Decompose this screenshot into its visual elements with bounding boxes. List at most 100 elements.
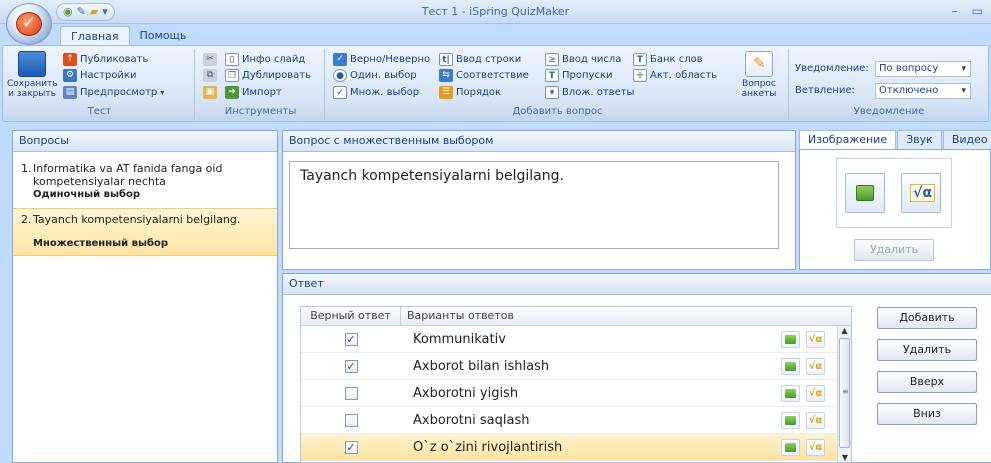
table-header: Верный ответ Варианты ответов	[301, 307, 851, 326]
formula-icon[interactable]: √α	[806, 385, 825, 402]
hotspot-icon: ✛	[633, 69, 647, 82]
publish-icon: ↑	[63, 53, 77, 66]
table-row[interactable]: Axborotni yigish √α	[301, 380, 851, 407]
correct-cell: ✓	[301, 332, 401, 346]
info-slide-button[interactable]: ▯ Инфо слайд	[225, 53, 305, 66]
formula-icon[interactable]: √α	[806, 358, 825, 375]
answer-text[interactable]: Axborotni saqlash	[401, 413, 529, 428]
numeric-button[interactable]: ≥ Ввод числа	[545, 53, 621, 66]
group-test: Сохранить и закрыть ↑ Публиковать ⚙ Наст…	[5, 49, 195, 120]
picture-icon[interactable]	[781, 331, 800, 348]
tab-image[interactable]: Изображение	[799, 130, 897, 150]
add-formula-button[interactable]: √α	[901, 173, 941, 213]
add-picture-button[interactable]	[845, 173, 885, 213]
correct-checkbox[interactable]: ✓	[344, 440, 358, 454]
row-media-icons: √α	[781, 331, 825, 348]
tab-sound[interactable]: Звук	[897, 130, 942, 150]
slide-icon: ▯	[225, 53, 239, 66]
type-in-button[interactable]: t| Ввод строки	[439, 53, 521, 66]
preview-icon: ▤	[63, 86, 77, 99]
correct-checkbox[interactable]	[344, 413, 358, 427]
save-icon	[18, 51, 46, 77]
tab-home[interactable]: Главная	[60, 26, 130, 46]
duplicate-icon: ❐	[225, 69, 239, 82]
answer-text[interactable]: Axborot bilan ishlash	[401, 359, 549, 374]
answer-text[interactable]: Axborotni yigish	[401, 386, 518, 401]
formula-icon[interactable]: √α	[806, 439, 825, 456]
row-media-icons: √α	[781, 358, 825, 375]
correct-checkbox[interactable]: ✓	[344, 359, 358, 373]
vertical-scrollbar[interactable]: ▲ ≡ ▼	[837, 326, 851, 462]
correct-cell: ✓	[301, 440, 401, 454]
true-false-button[interactable]: ✓ Верно/Неверно	[333, 53, 430, 66]
table-row[interactable]: ✓ O`z o`zini rivojlantirish √α	[301, 434, 851, 461]
correct-checkbox[interactable]: ✓	[344, 332, 358, 346]
scroll-down-icon[interactable]: ▼	[838, 453, 851, 462]
add-answer-button[interactable]: Добавить	[877, 307, 977, 329]
move-down-button[interactable]: Вниз	[877, 403, 977, 425]
copy-icon[interactable]: ⧉	[203, 69, 217, 82]
correct-checkbox[interactable]	[344, 386, 358, 400]
move-up-button[interactable]: Вверх	[877, 371, 977, 393]
sequence-icon: ☰	[439, 86, 453, 99]
paste-icon[interactable]: ▣	[203, 86, 217, 99]
matching-button[interactable]: ⇆ Соответствие	[439, 69, 529, 82]
answer-text[interactable]: Kommunikativ	[401, 332, 506, 347]
fill-blanks-icon: T	[545, 69, 559, 82]
question-item[interactable]: 1. Informatika va AT fanida fanga oid ko…	[13, 158, 277, 204]
tab-video[interactable]: Видео	[942, 130, 991, 150]
picture-icon	[856, 185, 874, 201]
branching-label: Ветвление:	[795, 85, 855, 96]
picture-icon[interactable]	[781, 358, 800, 375]
preview-button[interactable]: ▤ Предпросмотр ▾	[63, 86, 164, 99]
survey-icon: ✎	[745, 51, 773, 77]
correct-cell	[301, 413, 401, 427]
import-button[interactable]: ➜ Импорт	[225, 86, 282, 99]
fill-blanks-button[interactable]: T Пропуски	[545, 69, 612, 82]
question-text-input[interactable]: Tayanch kompetensiyalarni belgilang.	[289, 161, 779, 249]
word-bank-button[interactable]: T Банк слов	[633, 53, 703, 66]
formula-icon: √α	[910, 184, 935, 202]
media-drop-area: √α	[836, 158, 952, 228]
answer-text[interactable]: O`z o`zini rivojlantirish	[401, 440, 562, 455]
scroll-up-icon[interactable]: ▲	[838, 326, 851, 335]
gear-icon: ⚙	[63, 69, 77, 82]
publish-button[interactable]: ↑ Публиковать	[63, 53, 148, 66]
table-row[interactable]: ✓ Axborot bilan ishlash √α	[301, 353, 851, 380]
settings-button[interactable]: ⚙ Настройки	[63, 69, 136, 82]
questions-panel-title: Вопросы	[13, 131, 277, 152]
minimize-icon[interactable]: –	[952, 4, 958, 18]
cut-icon[interactable]: ✂	[203, 53, 217, 66]
picture-icon[interactable]	[781, 412, 800, 429]
delete-answer-button[interactable]: Удалить	[877, 339, 977, 361]
question-item-selected[interactable]: 2. Tayanch kompetensiyalarni belgilang. …	[13, 208, 277, 256]
picture-icon[interactable]	[781, 439, 800, 456]
scroll-thumb[interactable]: ≡	[839, 338, 850, 448]
ispring-logo-icon	[16, 12, 42, 36]
table-row[interactable]: Axborotni saqlash √α	[301, 407, 851, 434]
picture-icon[interactable]	[781, 385, 800, 402]
window-title: Тест 1 - iSpring QuizMaker	[421, 5, 570, 18]
group-notifications: Уведомление: По вопросу Ветвление: Отклю…	[791, 49, 987, 120]
branching-select[interactable]: Отключено	[875, 83, 971, 99]
maximize-icon[interactable]: ▭	[972, 4, 983, 18]
feedback-select[interactable]: По вопросу	[875, 61, 971, 77]
save-close-button[interactable]: Сохранить и закрыть	[7, 51, 58, 99]
true-false-icon: ✓	[333, 53, 347, 66]
formula-icon[interactable]: √α	[806, 331, 825, 348]
formula-icon[interactable]: √α	[806, 412, 825, 429]
group-add-question: ✓ Верно/Неверно ● Один. выбор ✓ Множ. вы…	[327, 49, 789, 120]
delete-media-button[interactable]: Удалить	[854, 239, 934, 261]
row-media-icons: √α	[781, 439, 825, 456]
app-menu-button[interactable]	[6, 3, 52, 45]
survey-question-button[interactable]: ✎ Вопрос анкеты	[735, 51, 783, 99]
multiple-choice-button[interactable]: ✓ Множ. выбор	[333, 86, 419, 99]
table-row[interactable]: ✓ Kommunikativ √α	[301, 326, 851, 353]
hotspot-button[interactable]: ✛ Акт. область	[633, 69, 717, 82]
tab-help[interactable]: Помощь	[130, 26, 197, 46]
sequence-button[interactable]: ☰ Порядок	[439, 86, 501, 99]
duplicate-button[interactable]: ❐ Дублировать	[225, 69, 311, 82]
question-editor-panel: Вопрос с множественным выбором Tayanch k…	[282, 130, 796, 270]
single-choice-button[interactable]: ● Один. выбор	[333, 69, 417, 82]
dropdowns-button[interactable]: ▾ Влож. ответы	[545, 86, 634, 99]
